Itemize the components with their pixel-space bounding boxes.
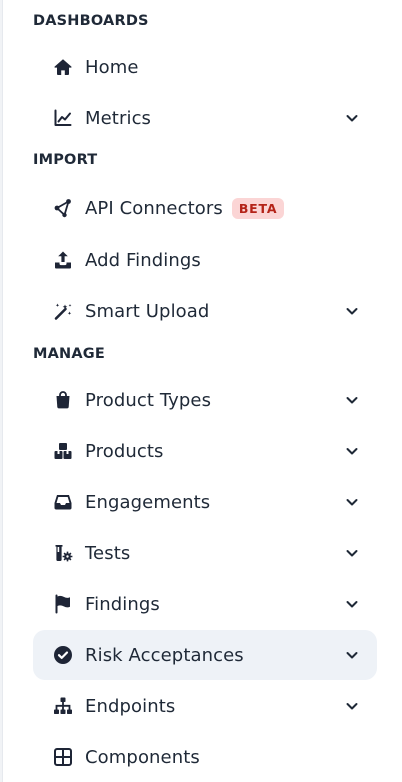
sidebar-item-engagements[interactable]: Engagements [33,477,377,527]
chevron-down-icon[interactable] [345,648,359,662]
upload-icon [53,250,73,270]
sidebar-item-label: Endpoints [85,695,176,717]
sidebar-item-label: Add Findings [85,249,201,271]
sidebar-item-label: API Connectors [85,197,223,219]
chevron-down-icon[interactable] [345,111,359,125]
sidebar-item-risk-acceptances[interactable]: Risk Acceptances [33,630,377,680]
flask-gear-icon [53,543,73,563]
chevron-down-icon[interactable] [345,393,359,407]
sidebar-item-findings[interactable]: Findings [33,579,377,629]
sidebar-item-home[interactable]: Home [33,42,377,92]
sidebar-item-label: Tests [85,542,131,564]
chevron-down-icon[interactable] [345,597,359,611]
section-title-manage: MANAGE [33,346,106,362]
sidebar-item-components[interactable]: Components [33,732,377,782]
sidebar-item-product-types[interactable]: Product Types [33,375,377,425]
sidebar-item-add-findings[interactable]: Add Findings [33,235,377,285]
sidebar-item-tests[interactable]: Tests [33,528,377,578]
sidebar-nav: DASHBOARDS Home Metrics IMPORT API Conne… [2,0,402,782]
chevron-down-icon[interactable] [345,304,359,318]
sidebar-item-metrics[interactable]: Metrics [33,93,377,143]
sidebar-item-label: Home [85,56,139,78]
section-title-dashboards: DASHBOARDS [33,13,149,29]
chevron-down-icon[interactable] [345,699,359,713]
sidebar-item-label: Smart Upload [85,300,210,322]
chart-line-icon [53,108,73,128]
sidebar-item-label: Risk Acceptances [85,644,244,666]
sidebar-item-products[interactable]: Products [33,426,377,476]
boxes-icon [53,441,73,461]
beta-badge: BETA [231,197,285,219]
shopping-bag-icon [53,390,73,410]
sidebar-item-api-connectors[interactable]: API Connectors BETA [33,183,377,233]
sidebar-item-label: Metrics [85,107,152,129]
home-icon [53,57,73,77]
section-title-import: IMPORT [33,152,98,168]
flag-icon [53,594,73,614]
sidebar-item-endpoints[interactable]: Endpoints [33,681,377,731]
check-circle-icon [53,645,73,665]
sidebar-item-label: Findings [85,593,160,615]
chevron-down-icon[interactable] [345,546,359,560]
sidebar-item-label: Components [85,746,200,768]
chevron-down-icon[interactable] [345,444,359,458]
sidebar-item-label: Products [85,440,164,462]
inbox-icon [53,492,73,512]
table-icon [53,747,73,767]
sidebar-item-label: Engagements [85,491,211,513]
sitemap-icon [53,696,73,716]
sidebar-item-label: Product Types [85,389,212,411]
sidebar-item-smart-upload[interactable]: Smart Upload [33,286,377,336]
chevron-down-icon[interactable] [345,495,359,509]
magic-wand-icon [53,301,73,321]
nodes-icon [53,198,73,218]
